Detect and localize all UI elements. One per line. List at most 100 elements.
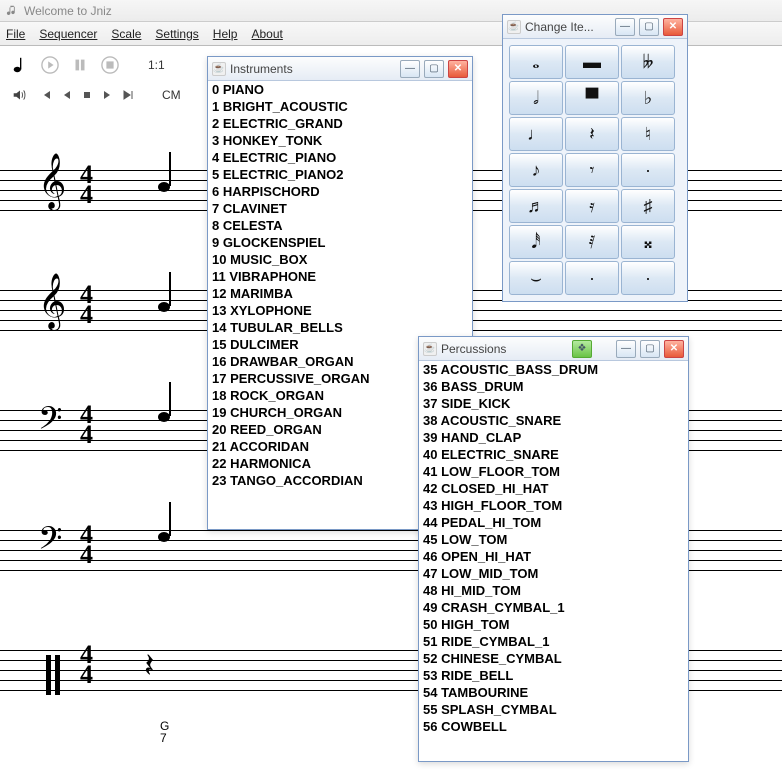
flat-icon[interactable]: ♭ <box>621 81 675 115</box>
menu-help[interactable]: Help <box>213 27 238 41</box>
list-item[interactable]: 36 BASS_DRUM <box>419 378 688 395</box>
list-item[interactable]: 38 ACOUSTIC_SNARE <box>419 412 688 429</box>
next-button[interactable] <box>102 85 112 105</box>
whole-rest-icon[interactable]: ▬ <box>565 45 619 79</box>
minimize-button[interactable]: — <box>400 60 420 78</box>
list-item[interactable]: 44 PEDAL_HI_TOM <box>419 514 688 531</box>
list-item[interactable]: 49 CRASH_CYMBAL_1 <box>419 599 688 616</box>
list-item[interactable]: 37 SIDE_KICK <box>419 395 688 412</box>
list-item[interactable]: 52 CHINESE_CYMBAL <box>419 650 688 667</box>
thirtysecond-note-icon[interactable]: 𝅘𝅥𝅰 <box>509 225 563 259</box>
list-item[interactable]: 40 ELECTRIC_SNARE <box>419 446 688 463</box>
maximize-button[interactable]: ▢ <box>639 18 659 36</box>
list-item[interactable]: 8 CELESTA <box>208 217 472 234</box>
list-item[interactable]: 41 LOW_FLOOR_TOM <box>419 463 688 480</box>
list-item[interactable]: 2 ELECTRIC_GRAND <box>208 115 472 132</box>
list-item[interactable]: 46 OPEN_HI_HAT <box>419 548 688 565</box>
list-item[interactable]: 10 MUSIC_BOX <box>208 251 472 268</box>
natural-icon[interactable]: ♮ <box>621 117 675 151</box>
skip-end-button[interactable] <box>122 85 134 105</box>
zoom-ratio: 1:1 <box>148 58 165 72</box>
menu-file[interactable]: File <box>6 27 25 41</box>
blank2-icon[interactable]: · <box>621 261 675 295</box>
prev-button[interactable] <box>62 85 72 105</box>
sixteenth-rest-icon[interactable]: 𝄿 <box>565 189 619 223</box>
maximize-button[interactable]: ▢ <box>424 60 444 78</box>
note-tool-icon[interactable] <box>10 55 30 75</box>
pause-button[interactable] <box>70 55 90 75</box>
key-label: CM <box>162 88 181 102</box>
double-sharp-icon[interactable]: 𝄪 <box>621 225 675 259</box>
whole-note-icon[interactable]: 𝅝 <box>509 45 563 79</box>
blank-icon[interactable]: · <box>565 261 619 295</box>
time-signature: 44 <box>80 525 93 565</box>
list-item[interactable]: 50 HIGH_TOM <box>419 616 688 633</box>
list-item[interactable]: 0 PIANO <box>208 81 472 98</box>
thirtysecond-rest-icon[interactable]: 𝅀 <box>565 225 619 259</box>
eighth-rest-icon[interactable]: 𝄾 <box>565 153 619 187</box>
change-item-window[interactable]: ☕ Change Ite... — ▢ ✕ 𝅝▬𝄫𝅗𝅥▀♭♩𝄽♮♪𝄾·♬𝄿♯𝅘𝅥… <box>502 14 688 302</box>
menu-settings[interactable]: Settings <box>155 27 198 41</box>
list-item[interactable]: 5 ELECTRIC_PIANO2 <box>208 166 472 183</box>
list-item[interactable]: 4 ELECTRIC_PIANO <box>208 149 472 166</box>
list-item[interactable]: 54 TAMBOURINE <box>419 684 688 701</box>
stop-small-button[interactable] <box>82 85 92 105</box>
percussion-clef-icon <box>46 655 60 695</box>
quarter-rest-icon[interactable]: 𝄽 <box>565 117 619 151</box>
list-item[interactable]: 11 VIBRAPHONE <box>208 268 472 285</box>
list-item[interactable]: 51 RIDE_CYMBAL_1 <box>419 633 688 650</box>
window-title: Percussions <box>441 342 568 356</box>
quarter-note-icon[interactable]: ♩ <box>509 117 563 151</box>
percussions-list[interactable]: 35 ACOUSTIC_BASS_DRUM36 BASS_DRUM37 SIDE… <box>419 361 688 761</box>
list-item[interactable]: 42 CLOSED_HI_HAT <box>419 480 688 497</box>
minimize-button[interactable]: — <box>616 340 636 358</box>
list-item[interactable]: 12 MARIMBA <box>208 285 472 302</box>
bass-clef-icon: 𝄢 <box>38 522 62 565</box>
half-rest-icon[interactable]: ▀ <box>565 81 619 115</box>
list-item[interactable]: 56 COWBELL <box>419 718 688 735</box>
list-item[interactable]: 6 HARPISCHORD <box>208 183 472 200</box>
maximize-button[interactable]: ▢ <box>640 340 660 358</box>
list-item[interactable]: 1 BRIGHT_ACOUSTIC <box>208 98 472 115</box>
java-icon: ☕ <box>212 62 226 76</box>
list-item[interactable]: 53 RIDE_BELL <box>419 667 688 684</box>
percussions-window[interactable]: ☕ Percussions ❖ — ▢ ✕ 35 ACOUSTIC_BASS_D… <box>418 336 689 762</box>
list-item[interactable]: 7 CLAVINET <box>208 200 472 217</box>
sharp-icon[interactable]: ♯ <box>621 189 675 223</box>
list-item[interactable]: 13 XYLOPHONE <box>208 302 472 319</box>
skip-start-button[interactable] <box>40 85 52 105</box>
play-button[interactable] <box>40 55 60 75</box>
app-title: Welcome to Jniz <box>24 4 112 18</box>
dot-icon[interactable]: · <box>621 153 675 187</box>
half-note-icon[interactable]: 𝅗𝅥 <box>509 81 563 115</box>
green-button[interactable]: ❖ <box>572 340 592 358</box>
close-button[interactable]: ✕ <box>663 18 683 36</box>
menu-scale[interactable]: Scale <box>111 27 141 41</box>
quarter-rest-icon[interactable]: 𝄽 <box>144 648 154 686</box>
stop-button[interactable] <box>100 55 120 75</box>
close-button[interactable]: ✕ <box>664 340 684 358</box>
sixteenth-note-icon[interactable]: ♬ <box>509 189 563 223</box>
eighth-note-icon[interactable]: ♪ <box>509 153 563 187</box>
java-icon: ☕ <box>423 342 437 356</box>
list-item[interactable]: 45 LOW_TOM <box>419 531 688 548</box>
list-item[interactable]: 14 TUBULAR_BELLS <box>208 319 472 336</box>
list-item[interactable]: 39 HAND_CLAP <box>419 429 688 446</box>
app-icon <box>6 4 20 18</box>
double-flat-icon[interactable]: 𝄫 <box>621 45 675 79</box>
menu-sequencer[interactable]: Sequencer <box>39 27 97 41</box>
menu-about[interactable]: About <box>251 27 282 41</box>
list-item[interactable]: 43 HIGH_FLOOR_TOM <box>419 497 688 514</box>
close-button[interactable]: ✕ <box>448 60 468 78</box>
list-item[interactable]: 35 ACOUSTIC_BASS_DRUM <box>419 361 688 378</box>
treble-clef-icon: 𝄞 <box>38 154 66 210</box>
list-item[interactable]: 9 GLOCKENSPIEL <box>208 234 472 251</box>
tie-icon[interactable]: ⌣ <box>509 261 563 295</box>
list-item[interactable]: 55 SPLASH_CYMBAL <box>419 701 688 718</box>
list-item[interactable]: 47 LOW_MID_TOM <box>419 565 688 582</box>
list-item[interactable]: 3 HONKEY_TONK <box>208 132 472 149</box>
minimize-button[interactable]: — <box>615 18 635 36</box>
volume-icon[interactable] <box>10 85 30 105</box>
time-signature: 44 <box>80 285 93 325</box>
list-item[interactable]: 48 HI_MID_TOM <box>419 582 688 599</box>
